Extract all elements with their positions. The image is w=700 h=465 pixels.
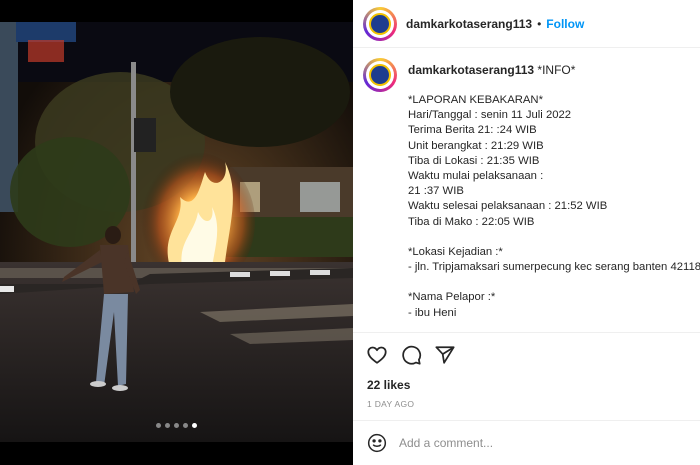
caption-title: *INFO* [537, 63, 576, 77]
carousel-dot[interactable] [165, 423, 170, 428]
heart-icon[interactable] [366, 344, 388, 366]
caption-line: 21 :37 WIB [408, 185, 464, 198]
separator-dot: • [537, 16, 542, 31]
caption-line [408, 275, 700, 290]
caption-avatar[interactable] [363, 58, 397, 92]
caption-line: - ibu Heni [408, 306, 457, 319]
post-header: damkarkotaserang113 • Follow [353, 0, 700, 48]
caption-line: Waktu mulai pelaksanaan : [408, 169, 544, 182]
caption-line: Tiba di Mako : 22:05 WIB [408, 215, 535, 228]
caption-username[interactable]: damkarkotaserang113 [408, 63, 534, 77]
action-bar: 22 likes 1 DAY AGO [353, 332, 700, 420]
caption-line: Hari/Tanggal : senin 11 Juli 2022 [408, 109, 572, 122]
account-logo-icon [369, 64, 391, 86]
caption-line: - jln. Tripjamaksari sumerpecung kec ser… [408, 261, 700, 274]
carousel-dot-active[interactable] [192, 423, 197, 428]
carousel-dot[interactable] [174, 423, 179, 428]
carousel-dot[interactable] [156, 423, 161, 428]
caption-area: damkarkotaserang113 *INFO* *LAPORAN KEBA… [353, 49, 700, 332]
caption-line: *Nama Pelapor :* [408, 291, 496, 304]
caption-line: *Lokasi Kejadian :* [408, 245, 503, 258]
post-timestamp[interactable]: 1 DAY AGO [367, 399, 414, 409]
caption-line [408, 230, 700, 245]
account-logo-icon [369, 12, 391, 35]
carousel-dot[interactable] [183, 423, 188, 428]
comment-bar [353, 420, 700, 465]
avatar[interactable] [363, 6, 397, 41]
caption-line: Terima Berita 21: :24 WIB [408, 124, 537, 137]
send-icon[interactable] [434, 344, 456, 366]
caption-line: Tiba di Lokasi : 21:35 WIB [408, 154, 540, 167]
carousel-indicator [0, 423, 353, 428]
fire-scene-image [0, 22, 353, 442]
caption-line: Waktu selesai pelaksanaan : 21:52 WIB [408, 200, 608, 213]
comment-icon[interactable] [400, 344, 422, 366]
caption-header: damkarkotaserang113 *INFO* [408, 63, 700, 78]
post-side-panel: damkarkotaserang113 • Follow damkarkotas… [353, 0, 700, 465]
emoji-icon[interactable] [367, 433, 387, 453]
follow-button[interactable]: Follow [546, 17, 584, 31]
comment-input[interactable] [399, 436, 679, 450]
caption-text: *LAPORAN KEBAKARAN* Hari/Tanggal : senin … [408, 93, 700, 321]
caption-line: Unit berangkat : 21:29 WIB [408, 139, 544, 152]
likes-count[interactable]: 22 likes [367, 378, 410, 392]
post-photo[interactable] [0, 0, 353, 465]
header-username[interactable]: damkarkotaserang113 [406, 17, 532, 31]
caption-line: *LAPORAN KEBAKARAN* [408, 94, 543, 106]
